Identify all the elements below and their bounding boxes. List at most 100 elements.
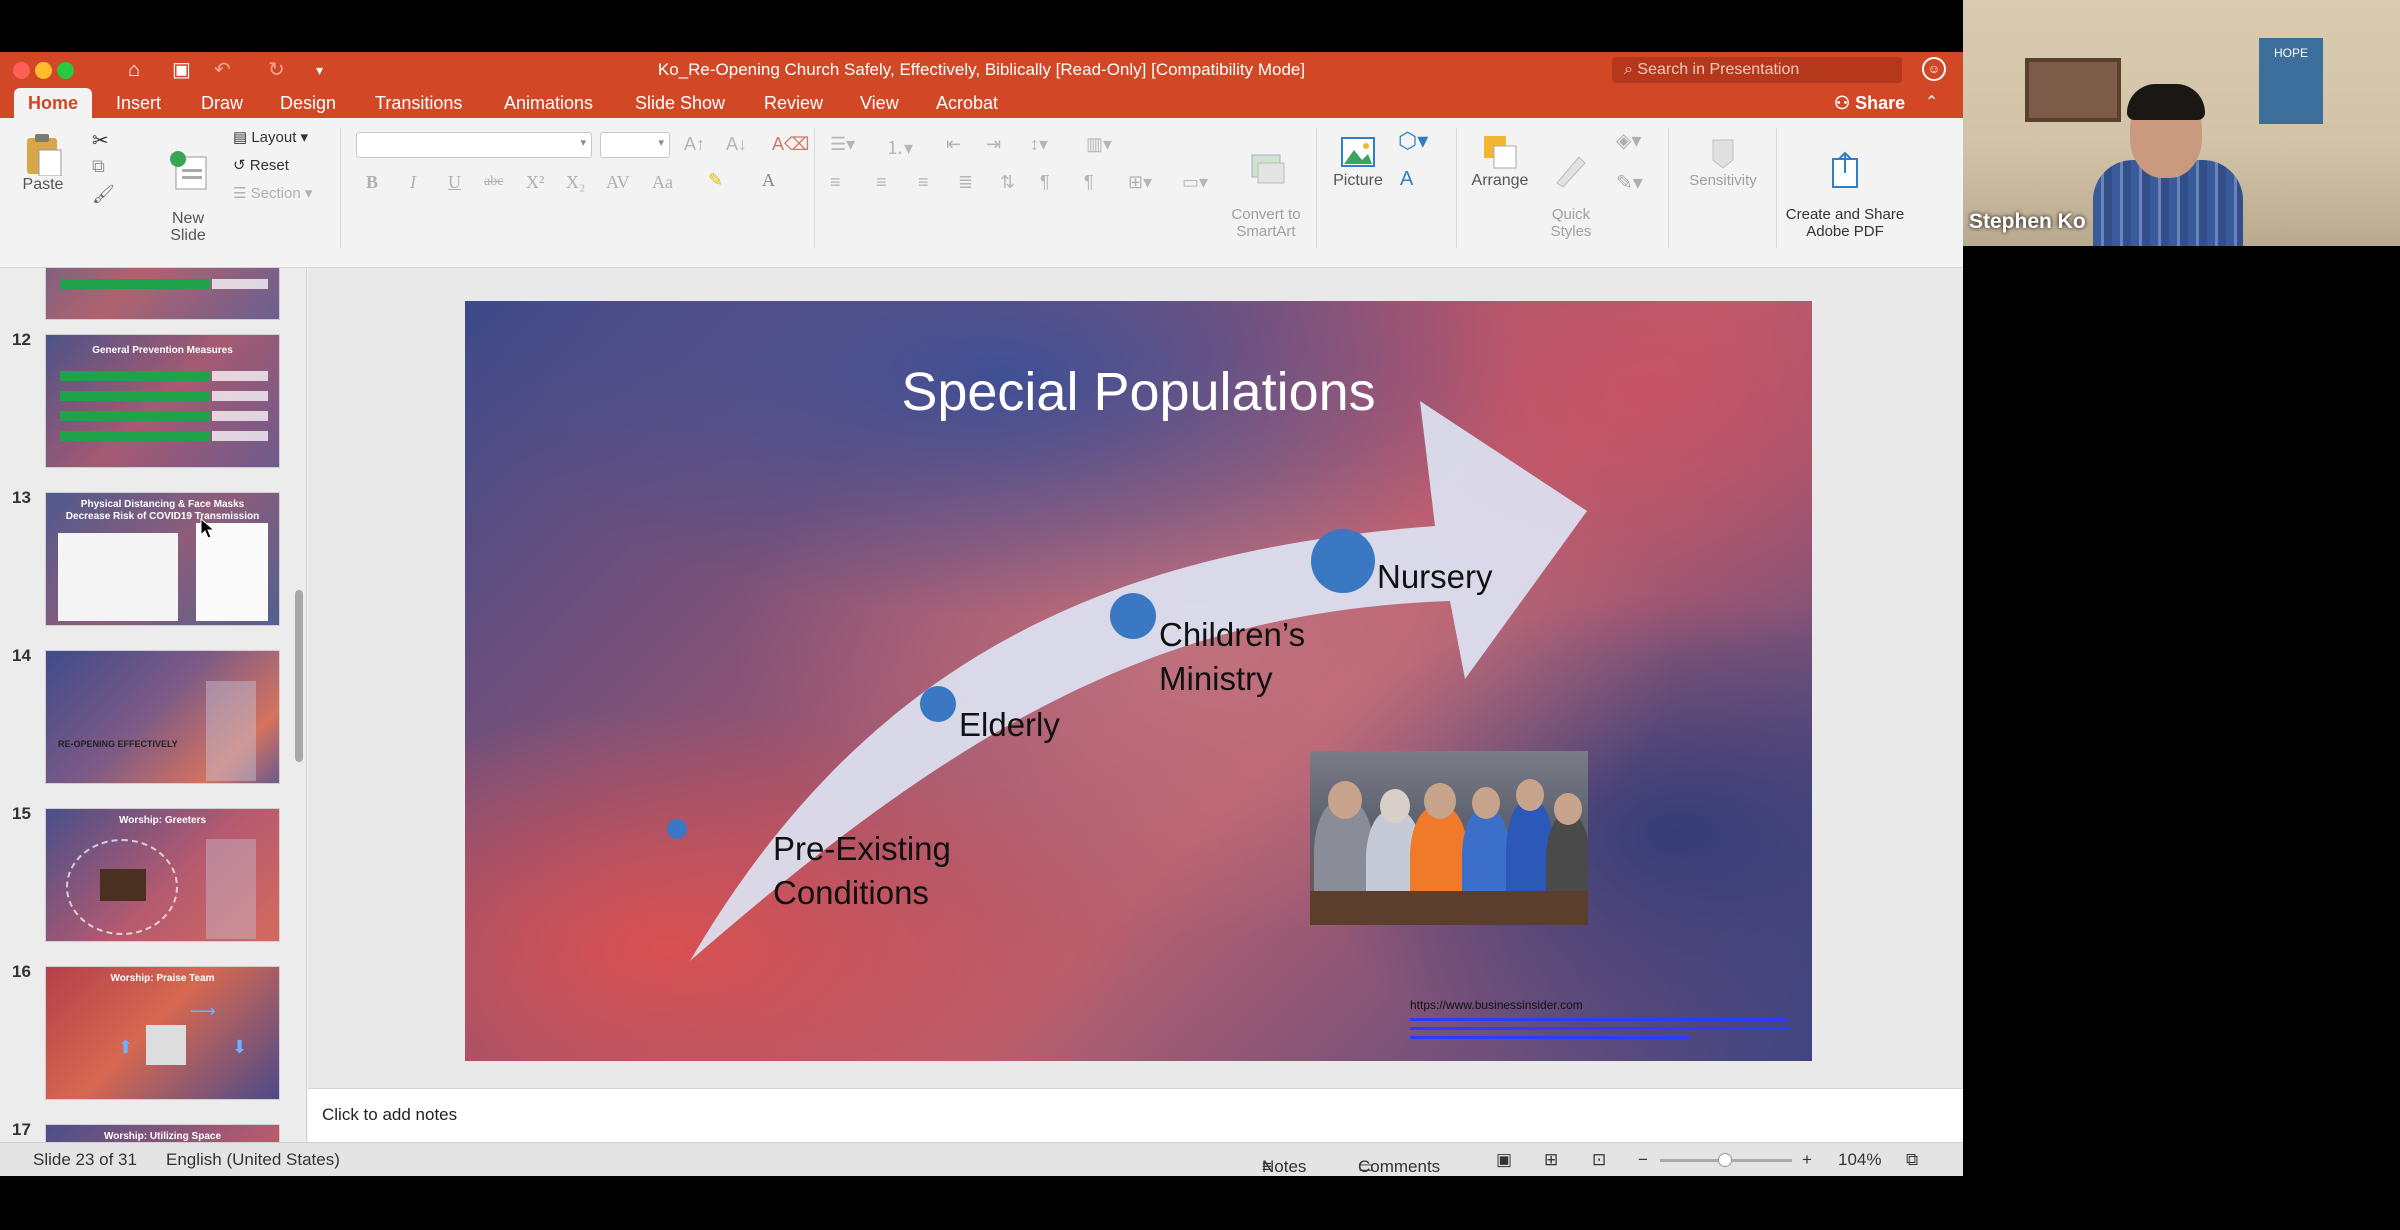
- shapes-icon[interactable]: ⬡▾: [1398, 128, 1428, 154]
- quick-styles-label: Quick Styles: [1550, 206, 1592, 240]
- font-size-select[interactable]: [600, 132, 670, 158]
- highlight-icon[interactable]: ✎: [708, 170, 723, 191]
- character-spacing-button[interactable]: AV: [606, 172, 630, 193]
- ribbon-divider: [1668, 128, 1669, 248]
- slide-number-12: 12: [12, 330, 31, 349]
- slide-thumbnail-13[interactable]: Physical Distancing & Face Masks Decreas…: [45, 492, 280, 626]
- tab-slide-show[interactable]: Slide Show: [635, 88, 725, 118]
- normal-view-icon[interactable]: ▣: [1496, 1150, 1512, 1170]
- feedback-smiley-icon[interactable]: ☺: [1922, 57, 1946, 81]
- decrease-font-icon[interactable]: A↓: [726, 134, 747, 155]
- clear-formatting-icon[interactable]: A⌫: [772, 134, 809, 155]
- font-color-icon[interactable]: A: [762, 170, 775, 191]
- thumbnail-church-image: [206, 839, 256, 939]
- change-case-button[interactable]: Aa: [652, 172, 673, 193]
- thumbnail-scrollbar[interactable]: [295, 590, 303, 762]
- tab-acrobat[interactable]: Acrobat: [936, 88, 998, 118]
- smartart-icon: [1251, 154, 1285, 184]
- sensitivity-button[interactable]: Sensitivity: [1680, 132, 1766, 189]
- arrange-label: Arrange: [1471, 172, 1529, 189]
- section-button[interactable]: ☰ Section ▾: [233, 184, 312, 202]
- source-link[interactable]: [1410, 1027, 1788, 1030]
- zoom-slider-handle[interactable]: [1718, 1153, 1732, 1167]
- tab-animations[interactable]: Animations: [504, 88, 593, 118]
- increase-indent-icon[interactable]: ⇥: [986, 134, 1001, 155]
- search-input[interactable]: ⌕ Search in Presentation: [1612, 57, 1902, 83]
- slide-sorter-icon[interactable]: ⊞: [1544, 1150, 1558, 1170]
- reset-button[interactable]: ↺ Reset: [233, 156, 289, 174]
- shape-outline-icon[interactable]: ✎▾: [1616, 170, 1643, 195]
- share-label: Share: [1855, 93, 1906, 113]
- bullets-icon[interactable]: ☰▾: [830, 134, 855, 155]
- align-center-icon[interactable]: ≡: [876, 172, 887, 193]
- pre-existing-label: Pre-Existing Conditions: [773, 830, 951, 911]
- increase-font-icon[interactable]: A↑: [684, 134, 705, 155]
- quick-styles-button[interactable]: Quick Styles: [1538, 132, 1604, 240]
- numbering-icon[interactable]: ⒈▾: [886, 134, 913, 160]
- tab-home[interactable]: Home: [14, 88, 93, 118]
- new-slide-button[interactable]: New Slide: [160, 132, 216, 244]
- slide-thumbnail-12[interactable]: General Prevention Measures: [45, 334, 280, 468]
- cut-icon[interactable]: ✂: [92, 128, 109, 153]
- photo-person: [1554, 793, 1582, 825]
- ribbon-tabs: Home Insert Draw Design Transitions Anim…: [0, 88, 1963, 118]
- bold-button[interactable]: B: [366, 172, 378, 193]
- text-direction-icon[interactable]: ⇅: [1000, 172, 1015, 193]
- align-text-icon[interactable]: ⊞▾: [1128, 172, 1152, 193]
- text-box-icon[interactable]: ▭▾: [1182, 172, 1208, 193]
- justify-icon[interactable]: ≣: [958, 172, 973, 193]
- screen: ⌂ ▣ ↶ ↻ ▾ Ko_Re-Opening Church Safely, E…: [0, 0, 2400, 1230]
- shape-fill-icon[interactable]: ◈▾: [1616, 128, 1641, 153]
- align-right-icon[interactable]: ≡: [918, 172, 929, 193]
- share-button[interactable]: ⚇ Share: [1834, 88, 1905, 118]
- thumbnail-figure: [58, 533, 178, 621]
- underline-button[interactable]: U: [448, 172, 461, 193]
- language-status[interactable]: English (United States): [166, 1150, 340, 1170]
- superscript-button[interactable]: X²: [526, 172, 544, 193]
- source-link[interactable]: [1410, 1018, 1788, 1021]
- zoom-in-icon[interactable]: +: [1802, 1150, 1812, 1170]
- layout-button[interactable]: ▤ Layout ▾: [233, 128, 308, 146]
- format-painter-icon[interactable]: 🖌: [92, 184, 115, 205]
- ribbon-divider: [814, 128, 815, 248]
- slide-thumbnail-16[interactable]: Worship: Praise Team ⟶ ⬆ ⬇: [45, 966, 280, 1100]
- tab-insert[interactable]: Insert: [116, 88, 161, 118]
- current-slide[interactable]: Special Populations Pre-Existing Conditi…: [465, 301, 1812, 1061]
- tab-view[interactable]: View: [860, 88, 899, 118]
- decrease-indent-icon[interactable]: ⇤: [946, 134, 961, 155]
- columns-icon[interactable]: ▥▾: [1086, 134, 1112, 155]
- align-left-icon[interactable]: ≡: [830, 172, 841, 193]
- italic-button[interactable]: I: [410, 172, 416, 193]
- picture-button[interactable]: Picture: [1328, 132, 1388, 190]
- collapse-ribbon-icon[interactable]: ⌃: [1925, 88, 1938, 118]
- zoom-out-icon[interactable]: −: [1638, 1150, 1648, 1170]
- source-url: https://www.businessinsider.com: [1410, 998, 1583, 1012]
- font-name-select[interactable]: [356, 132, 592, 158]
- thumbnail-title: Physical Distancing & Face Masks Decreas…: [65, 499, 260, 522]
- convert-smartart-button[interactable]: Convert to SmartArt: [1224, 132, 1308, 240]
- create-share-pdf-button[interactable]: Create and Share Adobe PDF: [1780, 132, 1910, 240]
- tab-transitions[interactable]: Transitions: [375, 88, 462, 118]
- arrange-button[interactable]: Arrange: [1466, 132, 1534, 190]
- subscript-button[interactable]: X₂: [566, 172, 585, 193]
- zoom-slider[interactable]: [1660, 1153, 1792, 1167]
- tab-draw[interactable]: Draw: [201, 88, 243, 118]
- zoom-level[interactable]: 104%: [1838, 1150, 1881, 1170]
- webcam-feed: HOPE Stephen Ko: [1963, 0, 2400, 246]
- strikethrough-button[interactable]: abc: [484, 174, 503, 190]
- slide-thumbnail-14[interactable]: RE-OPENING EFFECTIVELY: [45, 650, 280, 784]
- slide-thumbnail-15[interactable]: Worship: Greeters: [45, 808, 280, 942]
- copy-icon[interactable]: ⧉: [92, 156, 105, 177]
- congregation-photo: [1310, 751, 1588, 925]
- text-box-insert-icon[interactable]: A: [1400, 168, 1413, 191]
- tab-review[interactable]: Review: [764, 88, 823, 118]
- fit-to-window-icon[interactable]: ⧉: [1906, 1150, 1918, 1170]
- presenter-view-icon[interactable]: ⊡: [1592, 1150, 1606, 1170]
- tab-design[interactable]: Design: [280, 88, 336, 118]
- paste-button[interactable]: Paste: [14, 132, 72, 194]
- line-spacing-icon[interactable]: ↕▾: [1030, 134, 1048, 155]
- slide-thumbnail-11[interactable]: [45, 268, 280, 320]
- rtl-icon[interactable]: ¶: [1084, 172, 1094, 193]
- source-link[interactable]: [1410, 1036, 1690, 1039]
- ltr-icon[interactable]: ¶: [1040, 172, 1050, 193]
